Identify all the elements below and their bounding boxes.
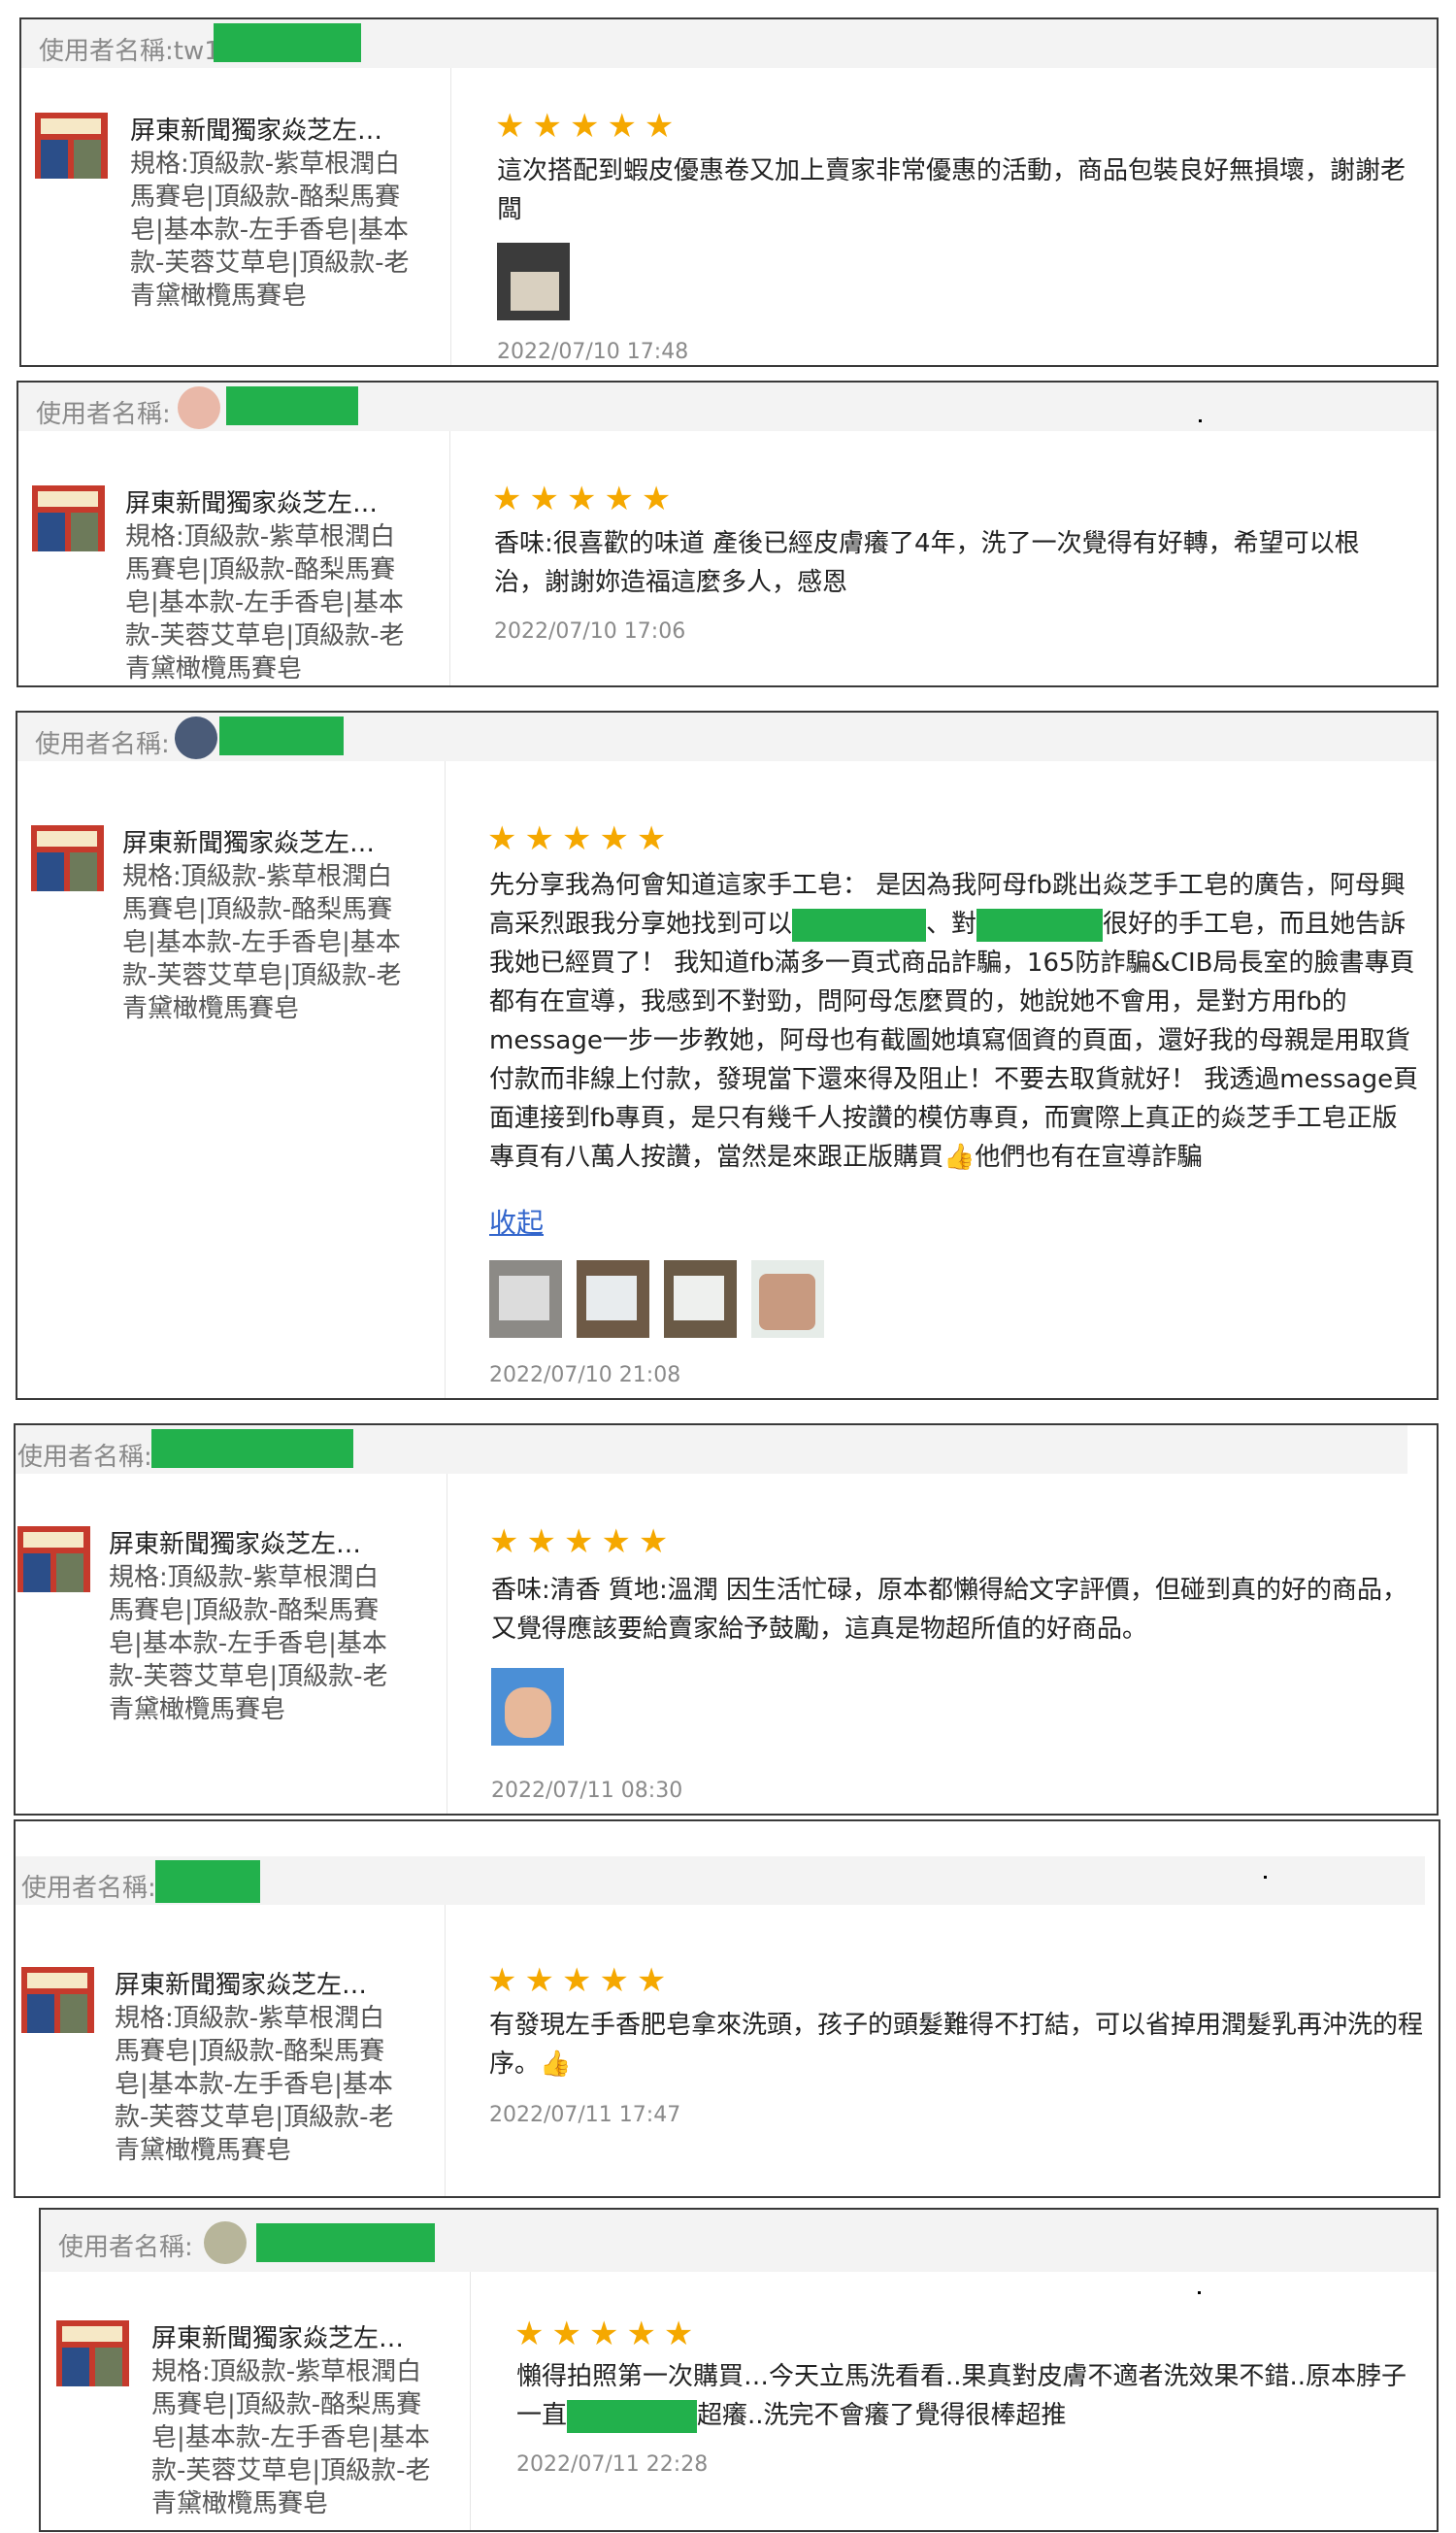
user-avatar[interactable] — [204, 2221, 247, 2264]
product-thumbnail[interactable] — [17, 1526, 90, 1599]
product-thumbnail[interactable] — [31, 825, 104, 898]
review-card: 使用者名稱: 屏東新聞獨家焱芝左… 規格:頂級款-紫草根潤白馬賽皂|頂級款-酪梨… — [14, 1423, 1439, 1816]
user-avatar[interactable] — [178, 386, 220, 429]
product-info: 屏東新聞獨家焱芝左… 規格:頂級款-紫草根潤白馬賽皂|頂級款-酪梨馬賽皂|基本款… — [109, 1528, 400, 1726]
username-label: 使用者名稱: — [21, 1874, 156, 1903]
text-redacted — [976, 908, 1104, 942]
review-photo[interactable] — [751, 1260, 824, 1338]
username-label: 使用者名稱: — [58, 2233, 193, 2262]
product-name[interactable]: 屏東新聞獨家焱芝左… — [130, 115, 421, 148]
review-text: 先分享我為何會知道這家手工皂： 是因為我阿母fb跳出焱芝手工皂的廣告，阿母興高采… — [489, 871, 1419, 1172]
product-variant: 規格:頂級款-紫草根潤白馬賽皂|頂級款-酪梨馬賽皂|基本款-左手香皂|基本款-芙… — [151, 2357, 431, 2518]
review-header: 使用者名稱: — [16, 1425, 1407, 1474]
review-card: 使用者名稱: 屏東新聞獨家焱芝左… 規格:頂級款-紫草根潤白馬賽皂|頂級款-酪梨… — [17, 381, 1439, 687]
review-date: 2022/07/10 21:08 — [489, 1363, 681, 1387]
username-label: 使用者名稱: — [36, 400, 171, 429]
text-redacted — [567, 2399, 698, 2433]
review-card: 使用者名稱:tw1 屏東新聞獨家焱芝左… 規格:頂級款-紫草根潤白馬賽皂|頂級款… — [19, 17, 1439, 367]
review-text: 有發現左手香肥皂拿來洗頭，孩子的頭髮難得不打結，可以省掉用潤髮乳再沖洗的程序。👍 — [489, 2011, 1424, 2079]
product-name[interactable]: 屏東新聞獨家焱芝左… — [122, 827, 414, 860]
collapse-link[interactable]: 收起 — [489, 1202, 544, 1241]
username-redacted — [214, 23, 361, 62]
product-thumbnail[interactable] — [21, 1967, 94, 2040]
product-name[interactable]: 屏東新聞獨家焱芝左… — [109, 1528, 400, 1561]
rating-stars: ★★★★★ — [487, 1961, 675, 2000]
review-date: 2022/07/10 17:06 — [494, 619, 686, 644]
username-redacted — [226, 386, 358, 425]
username-label: 使用者名稱:tw1 — [39, 37, 220, 66]
review-date: 2022/07/10 17:48 — [497, 340, 689, 364]
rating-stars: ★★★★★ — [492, 480, 679, 518]
review-date: 2022/07/11 22:28 — [516, 2452, 709, 2477]
text-redacted — [792, 908, 927, 942]
review-card: 使用者名稱: 屏東新聞獨家焱芝左… 規格:頂級款-紫草根潤白馬賽皂|頂級款-酪梨… — [14, 1819, 1440, 2198]
review-header: 使用者名稱: — [16, 1856, 1425, 1905]
product-name[interactable]: 屏東新聞獨家焱芝左… — [151, 2322, 443, 2355]
product-info: 屏東新聞獨家焱芝左… 規格:頂級款-紫草根潤白馬賽皂|頂級款-酪梨馬賽皂|基本款… — [125, 487, 416, 685]
product-info: 屏東新聞獨家焱芝左… 規格:頂級款-紫草根潤白馬賽皂|頂級款-酪梨馬賽皂|基本款… — [115, 1969, 406, 2167]
username-label: 使用者名稱: — [35, 730, 170, 759]
review-header: 使用者名稱: — [17, 713, 1437, 761]
product-name[interactable]: 屏東新聞獨家焱芝左… — [125, 487, 416, 520]
review-photo[interactable] — [577, 1260, 649, 1338]
review-photo[interactable] — [491, 1668, 564, 1746]
review-header: 使用者名稱: — [41, 2210, 1437, 2272]
product-variant: 規格:頂級款-紫草根潤白馬賽皂|頂級款-酪梨馬賽皂|基本款-左手香皂|基本款-芙… — [130, 150, 410, 311]
product-variant: 規格:頂級款-紫草根潤白馬賽皂|頂級款-酪梨馬賽皂|基本款-左手香皂|基本款-芙… — [125, 522, 405, 683]
product-variant: 規格:頂級款-紫草根潤白馬賽皂|頂級款-酪梨馬賽皂|基本款-左手香皂|基本款-芙… — [122, 862, 402, 1023]
product-thumbnail[interactable] — [56, 2320, 129, 2393]
review-text: 這次搭配到蝦皮優惠卷又加上賣家非常優惠的活動，商品包裝良好無損壞，謝謝老闆 — [497, 156, 1406, 224]
review-date: 2022/07/11 08:30 — [491, 1779, 683, 1803]
username-redacted — [155, 1860, 260, 1903]
rating-stars: ★★★★★ — [489, 1522, 677, 1561]
review-card: 使用者名稱: 屏東新聞獨家焱芝左… 規格:頂級款-紫草根潤白馬賽皂|頂級款-酪梨… — [16, 711, 1439, 1400]
review-text: 懶得拍照第一次購買…今天立馬洗看看..果真對皮膚不適者洗效果不錯..原本脖子一直… — [516, 2357, 1419, 2435]
rating-stars: ★★★★★ — [487, 819, 675, 858]
review-header: 使用者名稱: — [18, 383, 1437, 431]
product-info: 屏東新聞獨家焱芝左… 規格:頂級款-紫草根潤白馬賽皂|頂級款-酪梨馬賽皂|基本款… — [130, 115, 421, 313]
username-redacted — [219, 717, 344, 755]
username-redacted — [151, 1429, 353, 1468]
review-text: 香味:很喜歡的味道 產後已經皮膚癢了4年，洗了一次覺得有好轉，希望可以根治，謝謝… — [494, 529, 1360, 597]
review-text: 香味:清香 質地:溫潤 因生活忙碌，原本都懶得給文字評價，但碰到真的好的商品，又… — [491, 1576, 1408, 1644]
rating-stars: ★★★★★ — [495, 107, 682, 146]
product-info: 屏東新聞獨家焱芝左… 規格:頂級款-紫草根潤白馬賽皂|頂級款-酪梨馬賽皂|基本款… — [122, 827, 414, 1025]
review-photo[interactable] — [497, 243, 570, 320]
product-variant: 規格:頂級款-紫草根潤白馬賽皂|頂級款-酪梨馬賽皂|基本款-左手香皂|基本款-芙… — [115, 2004, 394, 2165]
review-photo[interactable] — [664, 1260, 737, 1338]
review-card: 使用者名稱: 屏東新聞獨家焱芝左… 規格:頂級款-紫草根潤白馬賽皂|頂級款-酪梨… — [39, 2208, 1439, 2532]
product-name[interactable]: 屏東新聞獨家焱芝左… — [115, 1969, 406, 2002]
product-thumbnail[interactable] — [35, 113, 108, 185]
product-thumbnail[interactable] — [32, 485, 105, 558]
user-avatar[interactable] — [175, 717, 217, 759]
username-redacted — [256, 2223, 435, 2262]
product-variant: 規格:頂級款-紫草根潤白馬賽皂|頂級款-酪梨馬賽皂|基本款-左手香皂|基本款-芙… — [109, 1563, 388, 1724]
username-label: 使用者名稱: — [17, 1443, 152, 1472]
rating-stars: ★★★★★ — [514, 2315, 702, 2353]
review-date: 2022/07/11 17:47 — [489, 2103, 681, 2127]
thumbs-up-icon: 👍 — [943, 1143, 976, 1172]
review-photo[interactable] — [489, 1260, 562, 1338]
product-info: 屏東新聞獨家焱芝左… 規格:頂級款-紫草根潤白馬賽皂|頂級款-酪梨馬賽皂|基本款… — [151, 2322, 443, 2520]
review-header: 使用者名稱:tw1 — [21, 19, 1437, 68]
